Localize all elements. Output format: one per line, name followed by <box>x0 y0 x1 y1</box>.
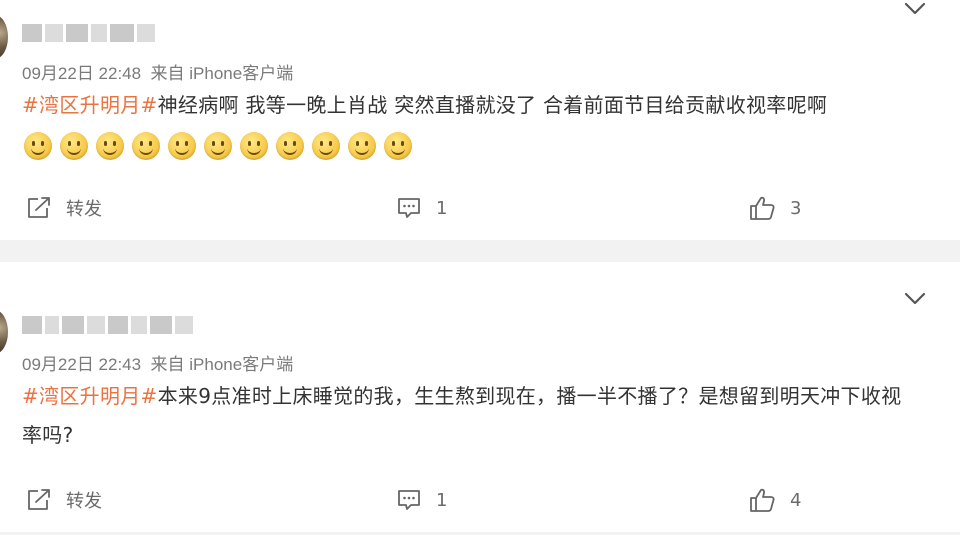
comment-source: 来自 iPhone客户端 <box>150 64 294 83</box>
smile-emoji-icon <box>204 131 232 160</box>
comment-card: 09月22日 22:48 来自 iPhone客户端 #湾区升明月#神经病啊 我等… <box>0 0 960 240</box>
repost-icon <box>28 489 50 510</box>
smile-emoji-icon <box>276 131 304 160</box>
repost-label: 转发 <box>66 199 102 220</box>
repost-button[interactable]: 转发 <box>26 193 102 223</box>
comment-time: 09月22日 22:43 <box>22 355 142 374</box>
comment-icon <box>398 198 420 218</box>
smile-emoji-icon <box>24 131 52 160</box>
username-blurred[interactable] <box>22 24 155 42</box>
emoji-group <box>24 131 412 160</box>
smile-emoji-icon <box>96 131 124 160</box>
action-bar: 转发 1 4 <box>0 485 960 515</box>
comment-body: 神经病啊 我等一晚上肖战 突然直播就没了 合着前面节目给贡献收视率呢啊 <box>157 93 828 117</box>
comment-count: 1 <box>436 489 448 511</box>
comment-text: #湾区升明月#神经病啊 我等一晚上肖战 突然直播就没了 合着前面节目给贡献收视率… <box>22 86 922 164</box>
smile-emoji-icon <box>240 131 268 160</box>
username-blurred[interactable] <box>22 316 193 334</box>
smile-emoji-icon <box>60 131 88 160</box>
hashtag-link[interactable]: #湾区升明月# <box>22 384 158 408</box>
comment-meta: 09月22日 22:48 来自 iPhone客户端 <box>22 59 293 84</box>
comment-button[interactable]: 1 <box>396 485 447 515</box>
repost-icon <box>28 197 50 218</box>
comment-source: 来自 iPhone客户端 <box>150 355 294 374</box>
comment-count: 1 <box>436 197 448 219</box>
comment-icon <box>398 490 420 510</box>
chevron-down-icon[interactable] <box>904 292 926 306</box>
like-count: 4 <box>790 489 802 511</box>
comment-text: #湾区升明月#本来9点准时上床睡觉的我，生生熬到现在，播一半不播了？是想留到明天… <box>22 377 902 455</box>
smile-emoji-icon <box>132 131 160 160</box>
like-icon <box>750 196 775 220</box>
repost-button[interactable]: 转发 <box>26 485 102 515</box>
smile-emoji-icon <box>168 131 196 160</box>
action-bar: 转发 1 3 <box>0 193 960 223</box>
smile-emoji-icon <box>312 131 340 160</box>
avatar[interactable] <box>0 15 8 59</box>
like-button[interactable]: 3 <box>748 193 801 223</box>
smile-emoji-icon <box>348 131 376 160</box>
repost-label: 转发 <box>66 491 102 512</box>
chevron-down-icon[interactable] <box>904 2 926 16</box>
like-icon <box>750 488 775 512</box>
like-count: 3 <box>790 197 802 219</box>
hashtag-link[interactable]: #湾区升明月# <box>22 93 158 117</box>
smile-emoji-icon <box>384 131 412 160</box>
comment-button[interactable]: 1 <box>396 193 447 223</box>
comment-time: 09月22日 22:48 <box>22 64 142 83</box>
like-button[interactable]: 4 <box>748 485 801 515</box>
comment-meta: 09月22日 22:43 来自 iPhone客户端 <box>22 350 293 375</box>
